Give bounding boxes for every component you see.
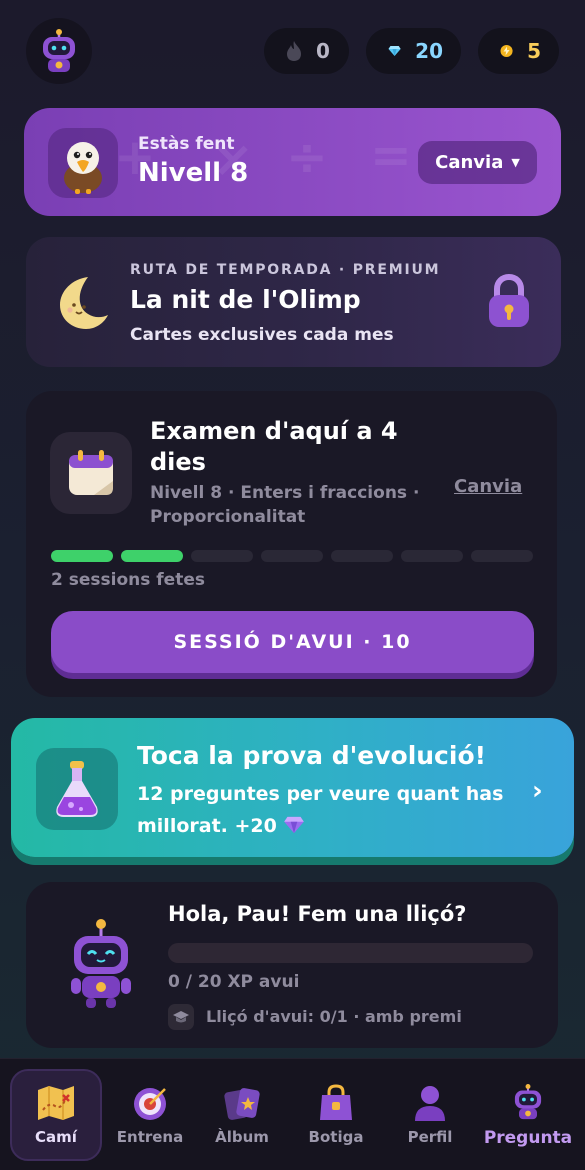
treasure-map-icon — [38, 1086, 74, 1120]
evolution-title: Toca la prova d'evolució! — [137, 741, 487, 770]
energy-counter[interactable]: 5 — [478, 28, 559, 74]
nav-label-cami: Camí — [35, 1128, 77, 1146]
profile-avatar[interactable] — [26, 18, 92, 84]
today-session-button[interactable]: SESSIÓ D'AVUI · 10 — [51, 611, 534, 673]
cards-icon — [224, 1088, 260, 1120]
change-exam-link[interactable]: Canvia — [454, 476, 522, 497]
nav-label-album: Àlbum — [215, 1128, 269, 1146]
eagle-icon — [64, 142, 102, 194]
nav-item-botiga[interactable]: Botiga — [291, 1059, 381, 1170]
sessions-done-text: 2 sessions fetes — [51, 570, 205, 590]
gems-value: 20 — [415, 39, 443, 63]
gem-icon — [284, 816, 305, 834]
change-level-label: Canvia — [435, 152, 504, 173]
session-progress-bar — [51, 550, 533, 562]
flame-icon — [287, 41, 301, 61]
calendar-icon — [69, 450, 113, 495]
chevron-right-icon: › — [532, 776, 543, 806]
greeting-title: Hola, Pau! Fem una lliçó? — [168, 902, 467, 926]
season-title: La nit de l'Olimp — [130, 285, 361, 314]
nav-label-pregunta: Pregunta — [483, 1128, 573, 1148]
progress-segment — [471, 550, 533, 562]
flask-badge — [36, 748, 118, 830]
chevron-down-icon: ▼ — [511, 156, 520, 169]
nav-label-perfil: Perfil — [407, 1128, 453, 1146]
graduation-cap-icon — [173, 1011, 189, 1023]
progress-segment — [331, 550, 393, 562]
evolution-test-card[interactable]: Toca la prova d'evolució! 12 preguntes p… — [11, 718, 574, 857]
progress-segment — [191, 550, 253, 562]
robot-icon — [71, 919, 131, 1008]
lesson-status-text: Lliçó d'avui: 0/1 · amb premi — [206, 1007, 462, 1026]
nav-item-perfil[interactable]: Perfil — [385, 1059, 475, 1170]
robot-icon — [514, 1084, 542, 1120]
bottom-navigation: Camí Entrena Àlbum Botiga Perfil Pregunt… — [0, 1058, 585, 1170]
season-route-card[interactable]: RUTA DE TEMPORADA · PREMIUM La nit de l'… — [26, 237, 561, 367]
gems-counter[interactable]: 20 — [366, 28, 461, 74]
robot-icon — [43, 29, 75, 72]
energy-value: 5 — [527, 39, 541, 63]
xp-progress-bar — [168, 943, 533, 963]
level-subtitle: Estàs fent — [138, 134, 235, 154]
eagle-badge — [48, 128, 118, 198]
equals-decoration: = — [370, 126, 412, 184]
progress-segment — [401, 550, 463, 562]
progress-segment — [261, 550, 323, 562]
calendar-badge — [50, 432, 132, 514]
nav-label-entrena: Entrena — [116, 1128, 184, 1146]
exam-topics: Nivell 8 · Enters i fraccions · Proporci… — [150, 483, 420, 527]
nav-label-botiga: Botiga — [308, 1128, 364, 1146]
lesson-badge — [168, 1004, 194, 1030]
target-icon — [134, 1088, 166, 1120]
level-title: Nivell 8 — [138, 158, 249, 188]
gem-icon — [388, 45, 401, 57]
evolution-description: 12 preguntes per veure quant has millora… — [137, 778, 517, 842]
change-level-button[interactable]: Canvia ▼ — [418, 141, 537, 184]
nav-item-cami[interactable]: Camí — [10, 1069, 102, 1161]
nav-item-album[interactable]: Àlbum — [197, 1059, 287, 1170]
evolution-description-text: 12 preguntes per veure quant has millora… — [137, 783, 504, 837]
shopping-bag-icon — [320, 1084, 352, 1120]
exam-title: Examen d'aquí a 4 dies — [150, 417, 398, 476]
season-subtitle: RUTA DE TEMPORADA · PREMIUM — [130, 262, 441, 278]
current-level-card[interactable]: + × ÷ = Estàs fent Nivell 8 Canvia ▼ — [24, 108, 561, 216]
progress-segment-done — [121, 550, 183, 562]
streak-value: 0 — [316, 39, 330, 63]
divide-decoration: ÷ — [286, 128, 328, 186]
exam-plan-card: Examen d'aquí a 4 dies Nivell 8 · Enters… — [26, 391, 557, 697]
potion-flask-icon — [56, 761, 98, 817]
nav-item-entrena[interactable]: Entrena — [105, 1059, 195, 1170]
bolt-icon — [500, 44, 513, 58]
progress-segment-done — [51, 550, 113, 562]
lock-icon — [489, 273, 529, 327]
season-description: Cartes exclusives cada mes — [130, 325, 394, 345]
nav-item-pregunta[interactable]: Pregunta — [478, 1059, 578, 1170]
xp-progress-text: 0 / 20 XP avui — [168, 972, 300, 992]
person-icon — [415, 1086, 445, 1121]
daily-lesson-card[interactable]: Hola, Pau! Fem una lliçó? 0 / 20 XP avui… — [26, 882, 558, 1048]
streak-counter[interactable]: 0 — [264, 28, 349, 74]
moon-icon — [60, 277, 108, 329]
